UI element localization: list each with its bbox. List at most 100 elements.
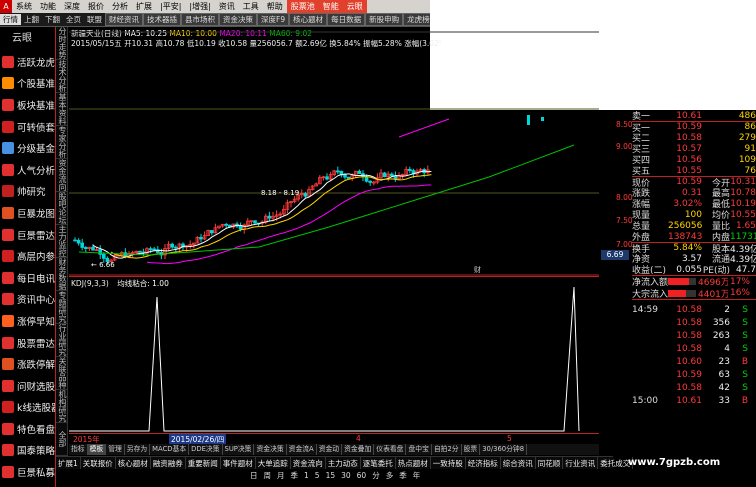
sidebar-item[interactable]: 帅研究: [0, 181, 55, 203]
indicator-tab[interactable]: 模板: [87, 444, 107, 455]
kdj-panel[interactable]: KDJ(9,3,3) 均线粘合: 1.00: [69, 276, 599, 433]
vertical-tab[interactable]: 行业研究: [56, 324, 68, 357]
menu-item[interactable]: 智能: [318, 0, 343, 13]
vertical-tab[interactable]: 机构研究: [56, 390, 68, 423]
menu-item[interactable]: 云眼: [342, 0, 367, 13]
indicator-tab[interactable]: DDE决策: [189, 444, 223, 455]
sidebar-item[interactable]: 个股基准点: [0, 73, 55, 95]
indicator-tab[interactable]: 盘中宝: [406, 444, 432, 455]
period-button[interactable]: 30: [338, 470, 354, 482]
period-button[interactable]: 15: [323, 470, 339, 482]
period-button[interactable]: 月: [274, 470, 288, 482]
indicator-tab[interactable]: 资金叠加: [342, 444, 375, 455]
block-button[interactable]: 资金决策: [219, 13, 257, 26]
period-button[interactable]: 季: [396, 470, 410, 482]
function-tab[interactable]: 主力动态: [326, 457, 361, 469]
function-tab[interactable]: 经济指标: [466, 457, 501, 469]
block-button[interactable]: 上翻: [21, 14, 42, 25]
block-button[interactable]: 核心题材: [289, 13, 328, 26]
indicator-tab[interactable]: 仪表看盘: [374, 444, 407, 455]
indicator-tab[interactable]: 管理: [106, 444, 125, 455]
period-button[interactable]: 多: [383, 470, 397, 482]
function-tab[interactable]: 热点题材: [396, 457, 431, 469]
menu-item[interactable]: 报价: [84, 0, 108, 13]
sidebar-item[interactable]: 股票雷达: [0, 332, 55, 354]
sidebar-item[interactable]: 分级基金: [0, 137, 55, 159]
indicator-tab[interactable]: 股票: [462, 444, 481, 455]
indicator-tab[interactable]: MACD基本: [150, 444, 190, 455]
sidebar-item[interactable]: 特色看盘: [0, 418, 55, 440]
block-button[interactable]: 下翻: [42, 14, 63, 25]
function-tab[interactable]: 行业资讯: [563, 457, 599, 469]
period-button[interactable]: 分: [369, 470, 383, 482]
function-tab[interactable]: 资金流向: [291, 457, 326, 469]
menu-item[interactable]: 分析: [108, 0, 132, 13]
sidebar-item[interactable]: 涨停早知道: [0, 310, 55, 332]
menu-item[interactable]: 深度: [60, 0, 84, 13]
period-button[interactable]: 60: [354, 470, 370, 482]
block-button[interactable]: 县市场积: [181, 13, 219, 26]
sidebar-item[interactable]: 每日电讯: [0, 267, 55, 289]
indicator-tab[interactable]: 资金流A: [287, 444, 317, 455]
period-button[interactable]: 年: [410, 470, 424, 482]
period-button[interactable]: 周: [261, 470, 275, 482]
indicator-tab[interactable]: 另存为: [125, 444, 151, 455]
function-tab[interactable]: 逐笔委托: [361, 457, 396, 469]
menu-item[interactable]: 扩展: [132, 0, 156, 13]
sidebar-item[interactable]: 巨景私募: [0, 461, 55, 483]
indicator-tab[interactable]: SUP决策: [223, 444, 255, 455]
vertical-tab[interactable]: 主力监控: [56, 225, 68, 258]
block-button[interactable]: 联盟: [84, 14, 105, 25]
indicator-tab[interactable]: 指标: [69, 444, 88, 455]
menu-item[interactable]: |平安|: [156, 0, 185, 13]
period-button[interactable]: 5: [312, 470, 323, 482]
menu-item[interactable]: 帮助: [263, 0, 287, 13]
indicator-tab[interactable]: 资金动: [317, 444, 343, 455]
block-button[interactable]: 深度F9: [257, 13, 290, 26]
sidebar-item[interactable]: 巨暴龙图: [0, 202, 55, 224]
sidebar-item[interactable]: 资讯中心: [0, 289, 55, 311]
block-button[interactable]: 财经资讯: [105, 13, 143, 26]
function-tab[interactable]: 同花顺: [536, 457, 564, 469]
vertical-tab[interactable]: 分时走势: [56, 27, 68, 60]
sidebar-item[interactable]: 涨跌停解密: [0, 353, 55, 375]
function-tab[interactable]: 关联报价: [81, 457, 116, 469]
indicator-tab[interactable]: 30/360分钟8: [480, 444, 528, 455]
period-button[interactable]: 日: [247, 470, 261, 482]
sidebar-item[interactable]: 可转债套利: [0, 116, 55, 138]
vertical-tab[interactable]: 专题研究: [56, 291, 68, 324]
vertical-tab[interactable]: 专家分析: [56, 126, 68, 159]
vertical-tab[interactable]: 全部: [56, 423, 68, 456]
block-button[interactable]: 全页: [63, 14, 84, 25]
menu-item[interactable]: 功能: [36, 0, 60, 13]
function-tab[interactable]: 一致持股: [431, 457, 466, 469]
menu-item[interactable]: 资讯: [215, 0, 239, 13]
sidebar-item[interactable]: 高层内参: [0, 245, 55, 267]
sidebar-item[interactable]: 人气分析: [0, 159, 55, 181]
kline-chart[interactable]: 新疆天业(日线) MA5: 10.25 MA10: 10.00 MA20: 10…: [69, 27, 599, 276]
vertical-tab[interactable]: 基本资料: [56, 93, 68, 126]
function-tab[interactable]: 扩展1: [56, 457, 81, 469]
block-button[interactable]: 行情: [0, 14, 21, 25]
function-tab[interactable]: 大单追踪: [256, 457, 291, 469]
vertical-tab[interactable]: 关联品种: [56, 357, 68, 390]
vertical-tab[interactable]: 股吧论坛: [56, 192, 68, 225]
indicator-tab[interactable]: 资金决策: [254, 444, 287, 455]
vertical-tab[interactable]: 财务数据: [56, 258, 68, 291]
function-tab[interactable]: 重要新闻: [186, 457, 221, 469]
menu-item[interactable]: 工具: [239, 0, 263, 13]
function-tab[interactable]: 综合资讯: [501, 457, 536, 469]
function-tab[interactable]: 事件题材: [221, 457, 256, 469]
sidebar-item[interactable]: 活跃龙虎榜: [0, 51, 55, 73]
menu-item[interactable]: |增强|: [185, 0, 214, 13]
function-tab[interactable]: 核心题材: [116, 457, 151, 469]
block-button[interactable]: 新股申购: [365, 13, 404, 26]
period-button[interactable]: 1: [301, 470, 312, 482]
indicator-tab[interactable]: 自拍2分: [432, 444, 462, 455]
sidebar-item[interactable]: k线选股器: [0, 397, 55, 419]
sidebar-item[interactable]: 问财选股: [0, 375, 55, 397]
block-button[interactable]: 每日数据: [327, 13, 366, 26]
function-tab[interactable]: 融资融券: [151, 457, 186, 469]
sidebar-item[interactable]: 巨景雷达: [0, 224, 55, 246]
menu-item[interactable]: 系统: [12, 0, 36, 13]
